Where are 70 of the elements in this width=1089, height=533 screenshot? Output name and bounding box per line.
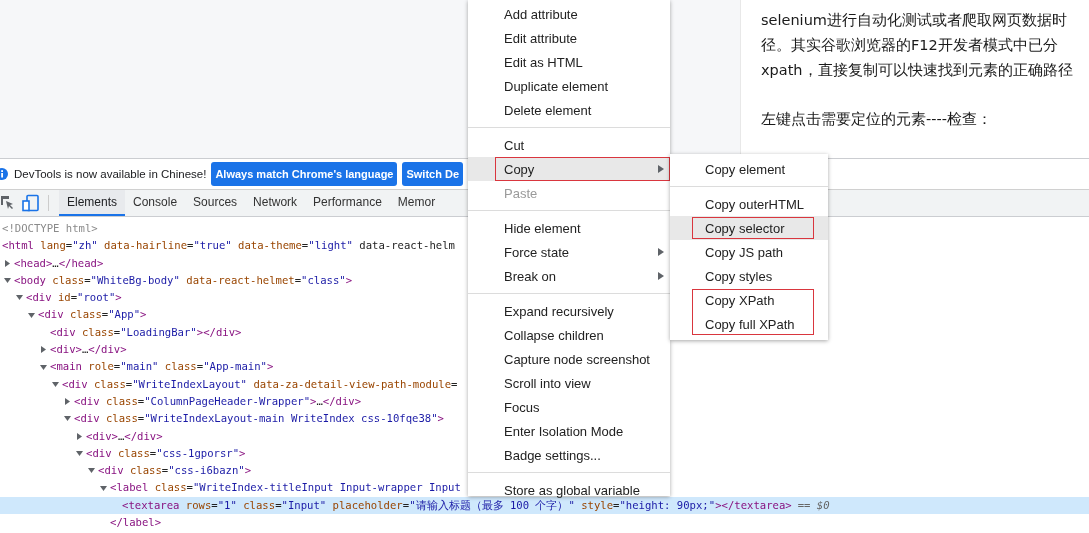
menu-item[interactable]: Focus — [468, 395, 670, 419]
menu-item[interactable]: Break on — [468, 264, 670, 288]
menu-item[interactable]: Scroll into view — [468, 371, 670, 395]
dom-node-line[interactable]: <div class="WriteIndexLayout-main WriteIndex css-10fqe38"> — [74, 410, 444, 428]
menu-item[interactable]: Badge settings... — [468, 443, 670, 467]
dom-node-line[interactable]: <div>…</div> — [50, 341, 127, 359]
menu-item[interactable]: Edit as HTML — [468, 50, 670, 74]
menu-item[interactable]: Copy full XPath — [670, 312, 828, 336]
menu-item[interactable]: Add attribute — [468, 2, 670, 26]
device-toolbar-icon[interactable] — [22, 194, 40, 212]
dom-node-line[interactable]: <div id="root"> — [26, 289, 122, 307]
selected-node-marker: == $0 — [797, 497, 830, 513]
article-text-line: xpath，直接复制可以快速找到元素的正确路径 — [761, 61, 1073, 80]
expanded-arrow-icon[interactable] — [64, 415, 71, 423]
expanded-arrow-icon[interactable] — [88, 467, 95, 475]
panel-tab[interactable]: Console — [125, 190, 186, 216]
dom-node-line[interactable]: <label class="WriteIndex-titleInput Input-wrapper Input — [110, 479, 461, 497]
expanded-arrow-icon[interactable] — [52, 380, 59, 388]
dom-node-line[interactable]: <div class="css-i6bazn"> — [98, 462, 252, 480]
article-text-line: 左键点击需要定位的元素----检查： — [761, 110, 992, 129]
expanded-arrow-icon[interactable] — [16, 294, 23, 302]
menu-item[interactable]: Copy element — [670, 157, 828, 181]
dom-node-line[interactable]: <body class="WhiteBg-body" data-react-helmet="class"> — [14, 271, 353, 290]
menu-item[interactable]: Collapse children — [468, 323, 670, 347]
menu-item[interactable]: Copy XPath — [670, 288, 828, 312]
menu-item[interactable]: Force state — [468, 240, 670, 264]
expanded-arrow-icon[interactable] — [100, 484, 107, 492]
expanded-arrow-icon[interactable] — [4, 277, 11, 285]
dom-node-line[interactable]: <html lang="zh" data-hairline="true" data-theme="light" data-react-helm — [2, 237, 455, 255]
menu-item[interactable]: Capture node screenshot — [468, 347, 670, 371]
panel-tab[interactable]: Network — [245, 190, 306, 216]
dom-node-line[interactable]: <div class="LoadingBar"></div> — [50, 323, 242, 342]
panel-tab[interactable]: Memor — [389, 190, 444, 216]
collapsed-arrow-icon[interactable] — [76, 432, 83, 440]
article-text-line: selenium进行自动化测试或者爬取网页数据时 — [761, 11, 1067, 30]
dom-node-line[interactable]: <head>…</head> — [14, 254, 104, 272]
menu-item[interactable]: Hide element — [468, 216, 670, 240]
closing-tag-line[interactable]: </label> — [110, 514, 162, 532]
menu-item[interactable]: Copy outerHTML — [670, 192, 828, 216]
expanded-arrow-icon[interactable] — [40, 363, 47, 371]
dom-node-line[interactable]: <div class="ColumnPageHeader-Wrapper">…</div> — [74, 392, 362, 411]
info-message: DevTools is now available in Chinese! — [14, 168, 207, 180]
dom-node-line[interactable]: <div class="WriteIndexLayout" data-za-detail-view-path-module= — [62, 375, 458, 393]
menu-item[interactable]: Copy — [468, 157, 670, 181]
menu-item[interactable]: Copy selector — [670, 216, 828, 240]
panel-tab[interactable]: Sources — [185, 190, 246, 216]
dom-node-line[interactable]: <main role="main" class="App-main"> — [50, 358, 274, 376]
menu-item[interactable]: Edit attribute — [468, 26, 670, 50]
dom-node-line[interactable]: <div>…</div> — [86, 427, 163, 445]
panel-tab[interactable]: Performance — [305, 190, 390, 216]
menu-item[interactable]: Copy styles — [670, 264, 828, 288]
menu-item[interactable]: Cut — [468, 133, 670, 157]
menu-item[interactable]: Copy JS path — [670, 240, 828, 264]
expanded-arrow-icon[interactable] — [28, 311, 35, 319]
menu-item[interactable]: Expand recursively — [468, 299, 670, 323]
menu-item[interactable]: Enter Isolation Mode — [468, 419, 670, 443]
panel-tab[interactable]: Elements — [59, 190, 126, 216]
menu-item[interactable]: Delete element — [468, 98, 670, 122]
article-text-line: 径。其实谷歌浏览器的F12开发者模式中已分 — [761, 36, 1058, 55]
expanded-arrow-icon[interactable] — [76, 450, 83, 457]
collapsed-arrow-icon[interactable] — [4, 259, 11, 267]
infobar-button[interactable]: Switch De — [402, 162, 464, 186]
menu-item[interactable]: Duplicate element — [468, 74, 670, 98]
dom-node-line[interactable]: <div class="App"> — [38, 306, 147, 324]
inspect-icon[interactable] — [0, 195, 14, 211]
collapsed-arrow-icon[interactable] — [64, 398, 71, 406]
infobar-button[interactable]: Always match Chrome's language — [211, 162, 398, 186]
doctype-line[interactable]: <!DOCTYPE html> — [2, 220, 98, 238]
collapsed-arrow-icon[interactable] — [40, 346, 47, 354]
dom-node-line[interactable]: <div class="css-1gporsr"> — [86, 444, 246, 463]
